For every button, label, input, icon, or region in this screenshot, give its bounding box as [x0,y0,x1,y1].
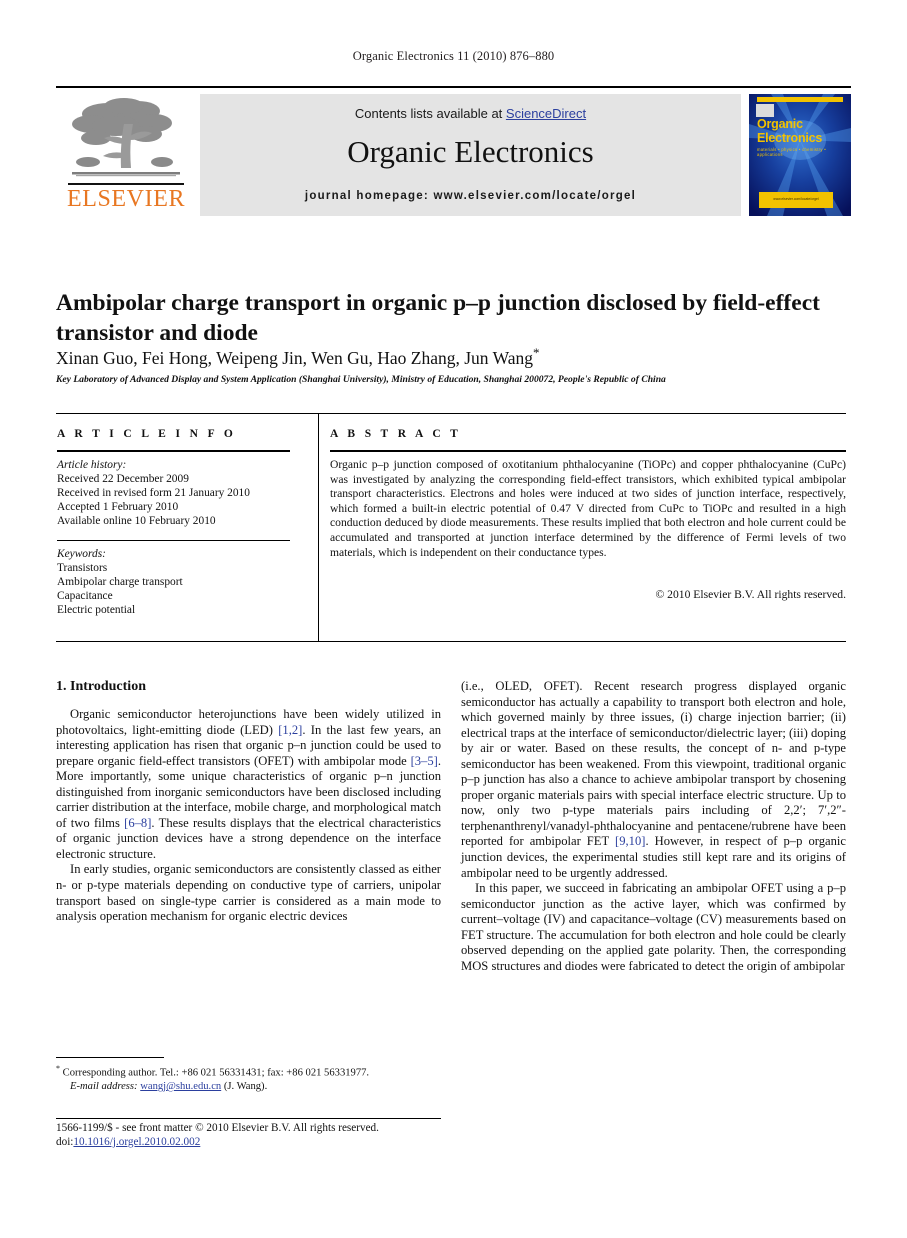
citation-ref[interactable]: [6–8] [124,816,151,830]
elsevier-tree-icon [66,96,186,184]
elsevier-wordmark: ELSEVIER [66,186,186,212]
paragraph: In this paper, we succeed in fabricating… [461,881,846,973]
keywords-label: Keywords: [57,548,106,560]
email-label: E-mail address: [70,1080,138,1092]
running-head: Organic Electronics 11 (2010) 876–880 [352,49,555,63]
info-column-divider [318,413,319,642]
article-page: Organic Electronics 11 (2010) 876–880 EL… [0,0,907,1238]
footnote-email-line: E-mail address: wangj@shu.edu.cn (J. Wan… [56,1080,441,1093]
cover-title: Organic Electronics [757,117,849,145]
body-column-left: Organic semiconductor heterojunctions ha… [56,707,441,925]
article-history: Article history: Received 22 December 20… [57,458,307,528]
abstract-text: Organic p–p junction composed of oxotita… [330,458,846,559]
history-item: Received 22 December 2009 [57,473,189,485]
citation-ref[interactable]: [9,10] [615,834,645,848]
article-history-label: Article history: [57,459,127,471]
citation-ref[interactable]: [1,2] [278,723,302,737]
page-title: Ambipolar charge transport in organic p–… [56,289,820,346]
article-info-heading: A R T I C L E I N F O [57,428,237,440]
body-column-right: (i.e., OLED, OFET). Recent research prog… [461,679,846,974]
cover-top-bar [757,97,843,102]
journal-cover-thumbnail[interactable]: Organic Electronics materials • physics … [749,94,851,216]
sciencedirect-link[interactable]: ScienceDirect [506,106,586,121]
doi-link[interactable]: 10.1016/j.orgel.2010.02.002 [73,1136,200,1148]
article-info-heading-rule [57,450,290,452]
history-item: Accepted 1 February 2010 [57,501,179,513]
keyword-item: Ambipolar charge transport [57,576,183,588]
elsevier-logo-rule [68,183,184,185]
info-bottom-rule [56,641,846,642]
cover-title-line1: Organic [757,117,803,131]
keyword-item: Electric potential [57,604,136,616]
page-footer: 1566-1199/$ - see front matter © 2010 El… [56,1122,476,1149]
paragraph: In early studies, organic semiconductors… [56,862,441,924]
history-item: Received in revised form 21 January 2010 [57,487,250,499]
email-link[interactable]: wangj@shu.edu.cn [140,1081,221,1092]
footnote-text: Corresponding author. Tel.: +86 021 5633… [60,1067,370,1079]
keywords-rule [57,540,290,542]
footer-rule [56,1118,441,1119]
affiliation: Key Laboratory of Advanced Display and S… [56,374,666,385]
section-heading-introduction: 1. Introduction [56,679,146,694]
keyword-item: Capacitance [57,590,113,602]
contents-list-text: Contents lists available at [354,106,506,121]
paragraph: Organic semiconductor heterojunctions ha… [56,707,441,862]
masthead-top-rule [56,86,851,88]
doi-label: doi: [56,1135,74,1148]
paragraph: (i.e., OLED, OFET). Recent research prog… [461,679,846,881]
keywords-block: Keywords: Transistors Ambipolar charge t… [57,547,307,617]
history-item: Available online 10 February 2010 [57,515,216,527]
info-top-rule [56,413,846,414]
cover-elsevier-mark [756,104,774,117]
footnote-rule [56,1057,164,1058]
doi-line: doi:10.1016/j.orgel.2010.02.002 [56,1136,476,1150]
paragraph-text: (i.e., OLED, OFET). Recent research prog… [461,679,846,849]
abstract-heading-rule [330,450,846,452]
journal-homepage-link[interactable]: journal homepage: www.elsevier.com/locat… [200,190,741,202]
journal-title: Organic Electronics [347,134,594,169]
copyright-line: © 2010 Elsevier B.V. All rights reserved… [655,588,846,601]
cover-footer-text: www.elsevier.com/locate/orgel [773,197,819,201]
corresponding-author-marker: * [532,345,540,360]
contents-list-line: Contents lists available at ScienceDirec… [200,106,741,121]
author-names: Xinan Guo, Fei Hong, Weipeng Jin, Wen Gu… [56,347,533,368]
elsevier-logo: ELSEVIER [60,94,192,216]
email-suffix: (J. Wang). [221,1080,268,1092]
cover-subtitle: materials • physics • chemistry • applic… [757,147,826,157]
keyword-item: Transistors [57,562,108,574]
issn-line: 1566-1199/$ - see front matter © 2010 El… [56,1122,379,1134]
journal-masthead: ELSEVIER Contents lists available at Sci… [56,86,851,218]
sciencedirect-panel: Contents lists available at ScienceDirec… [200,94,741,216]
abstract-heading: A B S T R A C T [330,428,462,440]
cover-title-line2: Electronics [757,130,823,145]
corresponding-author-footnote: * Corresponding author. Tel.: +86 021 56… [56,1062,441,1093]
author-list: Xinan Guo, Fei Hong, Weipeng Jin, Wen Gu… [56,345,846,369]
citation-ref[interactable]: [3–5] [411,754,438,768]
